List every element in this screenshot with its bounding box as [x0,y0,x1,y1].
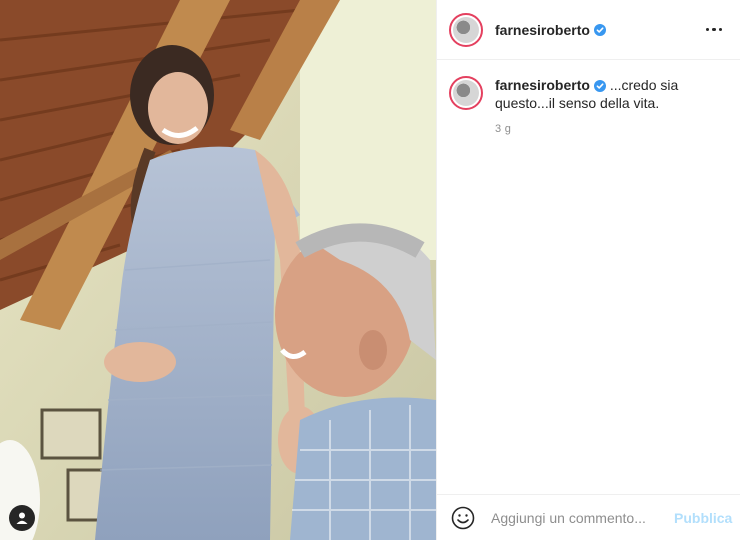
publish-button[interactable]: Pubblica [674,510,732,526]
caption-comment: farnesiroberto ...credo sia questo...il … [437,60,740,138]
caption-avatar[interactable] [449,76,483,110]
comment-composer: Pubblica [437,494,740,540]
author-username[interactable]: farnesiroberto [495,22,590,38]
caption-username[interactable]: farnesiroberto [495,77,590,93]
post-header: farnesiroberto [437,0,740,60]
post-photo[interactable] [0,0,436,540]
more-options-icon[interactable] [702,24,727,36]
author-avatar[interactable] [449,12,483,47]
tagged-users-icon[interactable] [9,505,35,531]
verified-badge-icon [593,80,606,92]
emoji-icon[interactable] [451,506,475,530]
photo-illustration [0,0,436,540]
post-side-panel: farnesiroberto farnesiroberto ...credo s… [436,0,740,540]
post-timestamp[interactable]: 3 g [495,120,726,138]
verified-badge-icon [593,23,606,36]
comment-input[interactable] [489,508,674,527]
